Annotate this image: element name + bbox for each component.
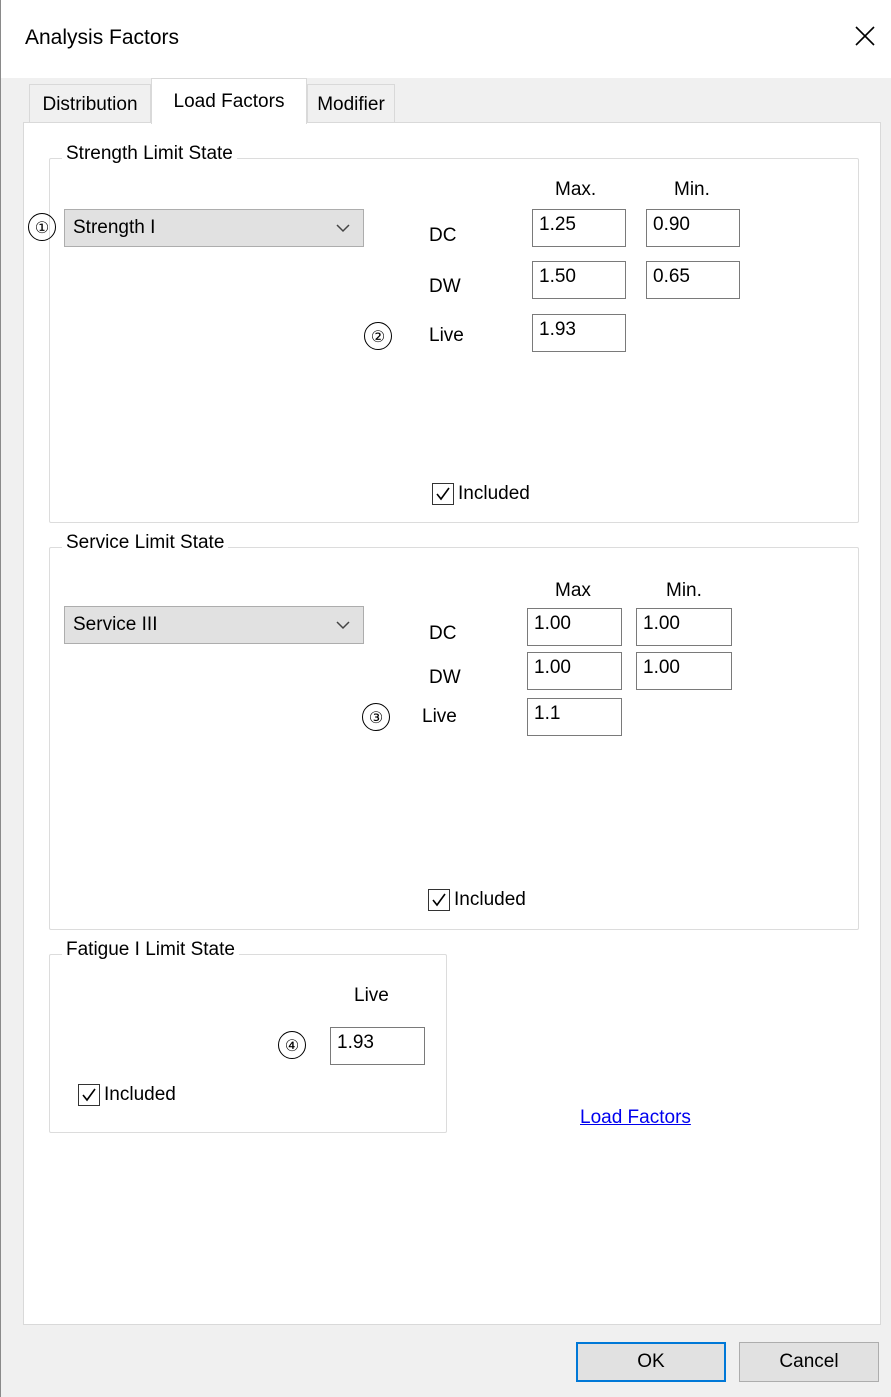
marker-1: ①: [28, 213, 56, 241]
service-live-field[interactable]: 1.1: [527, 698, 622, 736]
close-icon: [855, 26, 875, 46]
service-combo[interactable]: Service III: [64, 606, 364, 644]
checkbox-label: Included: [458, 483, 530, 504]
checkbox-box: [428, 889, 450, 911]
dialog-window: Analysis Factors Distribution Load Facto…: [0, 0, 891, 1397]
window-title: Analysis Factors: [25, 26, 180, 49]
service-dc-max-field[interactable]: 1.00: [527, 608, 622, 646]
strength-combo[interactable]: Strength I: [64, 209, 364, 247]
col-max-label: Max: [555, 580, 591, 601]
checkbox-label: Included: [454, 889, 526, 910]
strength-included-checkbox[interactable]: Included: [432, 483, 530, 505]
group-title: Service Limit State: [62, 532, 229, 554]
service-included-checkbox[interactable]: Included: [428, 889, 526, 911]
fatigue-live-col-label: Live: [354, 985, 389, 1006]
chevron-down-icon: [336, 621, 350, 630]
checkmark-icon: [436, 487, 450, 501]
tab-label: Distribution: [42, 93, 138, 115]
group-title: Strength Limit State: [62, 143, 237, 165]
live-label: Live: [429, 325, 464, 346]
fatigue-included-checkbox[interactable]: Included: [78, 1084, 176, 1106]
tab-modifier[interactable]: Modifier: [307, 84, 395, 124]
combo-value: Service III: [73, 614, 158, 635]
combo-value: Strength I: [73, 217, 156, 238]
service-dc-min-field[interactable]: 1.00: [636, 608, 732, 646]
tab-label: Load Factors: [173, 90, 285, 112]
close-button[interactable]: [847, 18, 883, 54]
col-min-label: Min.: [674, 179, 710, 200]
checkbox-box: [78, 1084, 100, 1106]
strength-dw-max-field[interactable]: 1.50: [532, 261, 626, 299]
fatigue-live-field[interactable]: 1.93: [330, 1027, 425, 1065]
strength-dw-min-field[interactable]: 0.65: [646, 261, 740, 299]
live-label: Live: [422, 706, 457, 727]
dc-label: DC: [429, 623, 457, 644]
service-limit-state-group: Service Limit State: [49, 532, 859, 930]
title-bar: Analysis Factors: [1, 0, 891, 78]
service-dw-min-field[interactable]: 1.00: [636, 652, 732, 690]
col-max-label: Max.: [555, 179, 597, 200]
marker-4: ④: [278, 1031, 306, 1059]
strength-dc-min-field[interactable]: 0.90: [646, 209, 740, 247]
tab-label: Modifier: [317, 93, 385, 115]
tab-panel-load-factors: Strength Limit State ① Strength I Max. M…: [23, 122, 881, 1325]
col-min-label: Min.: [666, 580, 702, 601]
strength-live-field[interactable]: 1.93: [532, 314, 626, 352]
load-factors-link[interactable]: Load Factors: [580, 1107, 691, 1129]
checkmark-icon: [82, 1088, 96, 1102]
group-title: Fatigue I Limit State: [62, 939, 239, 961]
marker-3: ③: [362, 703, 390, 731]
dw-label: DW: [429, 276, 461, 297]
checkbox-label: Included: [104, 1084, 176, 1105]
checkmark-icon: [432, 893, 446, 907]
dc-label: DC: [429, 225, 457, 246]
strength-dc-max-field[interactable]: 1.25: [532, 209, 626, 247]
tab-load-factors[interactable]: Load Factors: [151, 78, 307, 124]
tab-distribution[interactable]: Distribution: [29, 84, 151, 124]
chevron-down-icon: [336, 224, 350, 233]
dw-label: DW: [429, 667, 461, 688]
checkbox-box: [432, 483, 454, 505]
marker-2: ②: [364, 322, 392, 350]
ok-button[interactable]: OK: [576, 1342, 726, 1382]
service-dw-max-field[interactable]: 1.00: [527, 652, 622, 690]
cancel-button[interactable]: Cancel: [739, 1342, 879, 1382]
